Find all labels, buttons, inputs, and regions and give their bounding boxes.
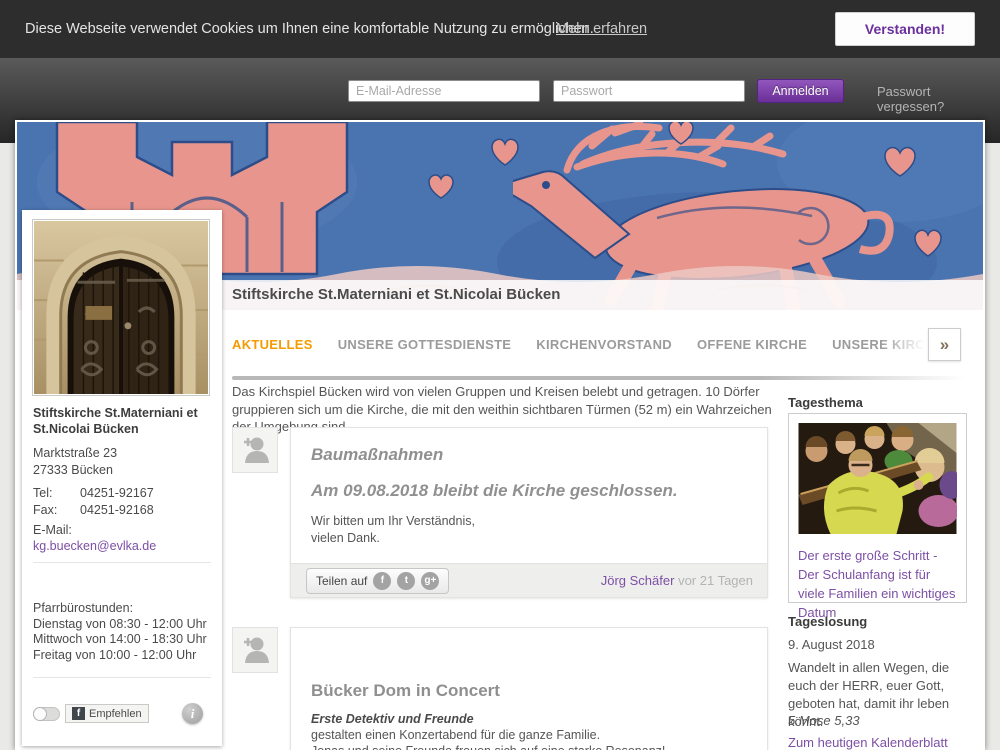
- contact-address: Marktstraße 23 27333 Bücken: [33, 445, 211, 479]
- door-art: [34, 221, 208, 394]
- contact-phone: Tel:04251-92167 Fax:04251-92168: [33, 485, 211, 519]
- article-footer: Teilen auf f t g+ Jörg Schäfer vor 21 Ta…: [291, 563, 767, 597]
- hours-title: Pfarrbürostunden:: [33, 601, 211, 617]
- add-user-icon: [238, 633, 272, 667]
- cookie-more-link[interactable]: Mehr erfahren: [556, 21, 647, 37]
- twitter-icon[interactable]: t: [397, 572, 415, 590]
- tageslosung-date: 9. August 2018: [788, 637, 875, 652]
- login-button[interactable]: Anmelden: [757, 79, 844, 103]
- article-body-line: Jonas und seine Freunde freuen sich auf …: [311, 743, 767, 750]
- password-field[interactable]: [553, 80, 745, 102]
- article-meta: Jörg Schäfer vor 21 Tagen: [601, 564, 753, 598]
- article-card-baumassnahmen: Baumaßnahmen Am 09.08.2018 bleibt die Ki…: [290, 427, 768, 598]
- facebook-icon: f: [72, 707, 85, 720]
- article-author-avatar: [232, 627, 278, 673]
- contact-email: E-Mail: kg.buecken@evlka.de: [33, 522, 211, 554]
- fax-label: Fax:: [33, 502, 80, 519]
- tagesthema-link[interactable]: Der erste große Schritt - Der Schulanfan…: [798, 546, 958, 622]
- share-toggle[interactable]: [33, 707, 60, 721]
- social-row: f Empfehlen i: [33, 703, 211, 727]
- article-title: Baumaßnahmen: [311, 445, 767, 465]
- tel-label: Tel:: [33, 485, 80, 502]
- page-title: Stiftskirche St.Materniani et St.Nicolai…: [232, 280, 560, 310]
- calendar-link[interactable]: Zum heutigen Kalenderblatt: [788, 735, 948, 750]
- hours-line: Mittwoch von 14:00 - 18:30 Uhr: [33, 632, 211, 648]
- time-ago: vor 21 Tagen: [678, 573, 753, 588]
- author-link[interactable]: Jörg Schäfer: [601, 573, 675, 588]
- facebook-recommend-button[interactable]: f Empfehlen: [65, 704, 149, 723]
- article-lead: Erste Detektiv und Freunde: [311, 712, 767, 726]
- tab-unsere-kirche[interactable]: UNSERE KIRC: [832, 337, 925, 352]
- tab-kirchenvorstand[interactable]: KIRCHENVORSTAND: [536, 337, 672, 352]
- hours-line: Freitag von 10:00 - 12:00 Uhr: [33, 648, 211, 664]
- email-field[interactable]: [348, 80, 540, 102]
- toggle-knob: [33, 707, 47, 721]
- divider: [33, 562, 211, 563]
- forgot-password-link[interactable]: Passwort vergessen?: [877, 84, 1000, 114]
- article-body-line: Wir bitten um Ihr Verständnis,: [311, 513, 767, 530]
- googleplus-icon[interactable]: g+: [421, 572, 439, 590]
- cookie-message: Diese Webseite verwendet Cookies um Ihne…: [25, 21, 594, 37]
- tageslosung-heading: Tageslosung: [788, 614, 867, 629]
- contact-name: Stiftskirche St.Materniani et St.Nicolai…: [33, 405, 211, 437]
- content-sheet: Stiftskirche St.Materniani et St.Nicolai…: [15, 120, 985, 750]
- divider: [33, 677, 211, 678]
- tel-value: 04251-92167: [80, 486, 154, 500]
- cookie-banner: Diese Webseite verwendet Cookies um Ihne…: [0, 0, 1000, 58]
- share-button[interactable]: Teilen auf f t g+: [306, 568, 449, 594]
- main-nav: AKTUELLES UNSERE GOTTESDIENSTE KIRCHENVO…: [232, 325, 979, 363]
- article-body-line: vielen Dank.: [311, 530, 767, 547]
- facebook-icon[interactable]: f: [373, 572, 391, 590]
- add-user-icon: [238, 433, 272, 467]
- tageslosung-source: 5.Mose 5,33: [788, 713, 860, 728]
- nav-more-button[interactable]: »: [928, 328, 961, 361]
- contact-city: 27333 Bücken: [33, 462, 211, 479]
- contact-street: Marktstraße 23: [33, 445, 211, 462]
- hours-line: Dienstag von 08:30 - 12:00 Uhr: [33, 617, 211, 633]
- tab-aktuelles[interactable]: AKTUELLES: [232, 337, 313, 352]
- page: { "cookie_banner": { "message": "Diese W…: [0, 0, 1000, 750]
- tagesthema-photo: [798, 423, 957, 534]
- tab-gottesdienste[interactable]: UNSERE GOTTESDIENSTE: [338, 337, 512, 352]
- contact-card: Stiftskirche St.Materniani et St.Nicolai…: [22, 210, 222, 746]
- tab-offene-kirche[interactable]: OFFENE KIRCHE: [697, 337, 807, 352]
- nav-underline: [232, 376, 965, 380]
- tab-fade: [880, 337, 925, 352]
- article-author-avatar: [232, 427, 278, 473]
- email-link[interactable]: kg.buecken@evlka.de: [33, 538, 211, 554]
- share-label: Teilen auf: [316, 574, 367, 588]
- tagesthema-heading: Tagesthema: [788, 395, 863, 410]
- article-title: Bücker Dom in Concert: [311, 681, 767, 701]
- facebook-label: Empfehlen: [89, 708, 142, 720]
- fax-value: 04251-92168: [80, 503, 154, 517]
- church-door-photo: [32, 219, 210, 396]
- article-subtitle: Am 09.08.2018 bleibt die Kirche geschlos…: [311, 481, 767, 501]
- tagesthema-card: Der erste große Schritt - Der Schulanfan…: [788, 413, 967, 603]
- office-hours: Pfarrbürostunden: Dienstag von 08:30 - 1…: [33, 601, 211, 663]
- info-icon[interactable]: i: [182, 703, 203, 724]
- article-body-line: gestalten einen Konzertabend für die gan…: [311, 727, 767, 743]
- article-card-concert: Bücker Dom in Concert Erste Detektiv und…: [290, 627, 768, 750]
- email-label: E-Mail:: [33, 522, 211, 538]
- cookie-accept-button[interactable]: Verstanden!: [835, 12, 975, 46]
